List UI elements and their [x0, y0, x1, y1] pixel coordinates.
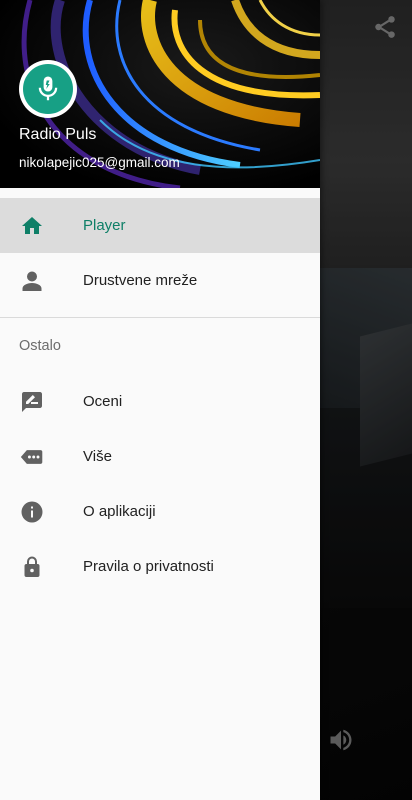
- menu-item-label: Pravila o privatnosti: [83, 558, 214, 575]
- app-name: Radio Puls: [19, 126, 97, 143]
- menu-item-about[interactable]: O aplikaciji: [0, 484, 320, 539]
- menu-item-label: Oceni: [83, 393, 123, 410]
- drawer-scrim[interactable]: [320, 0, 412, 800]
- menu-item-more[interactable]: Više: [0, 429, 320, 484]
- menu-item-privacy-policy[interactable]: Pravila o privatnosti: [0, 539, 320, 594]
- lock-icon: [20, 555, 44, 579]
- menu-item-label: Drustvene mreže: [83, 272, 198, 289]
- menu-item-label: O aplikaciji: [83, 503, 156, 520]
- user-email: nikolapejic025@gmail.com: [19, 155, 180, 170]
- person-icon: [20, 269, 44, 293]
- menu-item-social-networks[interactable]: Drustvene mreže: [0, 253, 320, 308]
- header-spacer: [0, 188, 320, 198]
- microphone-icon: [23, 64, 73, 114]
- rate-edit-icon: [20, 390, 44, 414]
- navigation-drawer: Radio Puls nikolapejic025@gmail.com Play…: [0, 0, 320, 800]
- drawer-header: Radio Puls nikolapejic025@gmail.com: [0, 0, 320, 188]
- more-label-icon: [20, 445, 44, 469]
- info-icon: [20, 500, 44, 524]
- menu-item-player[interactable]: Player: [0, 198, 320, 253]
- app-avatar: [19, 60, 77, 118]
- section-title: Ostalo: [19, 338, 61, 354]
- menu-item-rate[interactable]: Oceni: [0, 374, 320, 429]
- home-icon: [20, 214, 44, 238]
- menu-item-label: Više: [83, 448, 112, 465]
- menu-item-label: Player: [83, 217, 126, 234]
